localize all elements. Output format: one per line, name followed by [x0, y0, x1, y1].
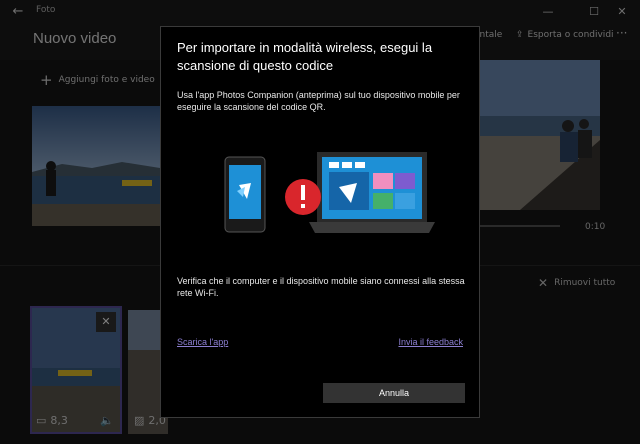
dialog-instructions: Usa l'app Photos Companion (anteprima) s…	[177, 90, 460, 112]
error-icon	[285, 179, 321, 215]
dialog-title: Per importare in modalità wireless, eseg…	[177, 40, 433, 73]
import-dialog: Per importare in modalità wireless, eseg…	[160, 26, 480, 418]
phone-icon	[224, 156, 266, 233]
cancel-button[interactable]: Annulla	[323, 383, 465, 403]
wifi-note: Verifica che il computer e il dispositiv…	[177, 276, 465, 298]
download-app-link[interactable]: Scarica l'app	[177, 337, 228, 347]
phone-laptop-illustration	[224, 152, 435, 233]
laptop-icon	[309, 152, 435, 233]
send-feedback-link[interactable]: Invia il feedback	[398, 337, 463, 347]
